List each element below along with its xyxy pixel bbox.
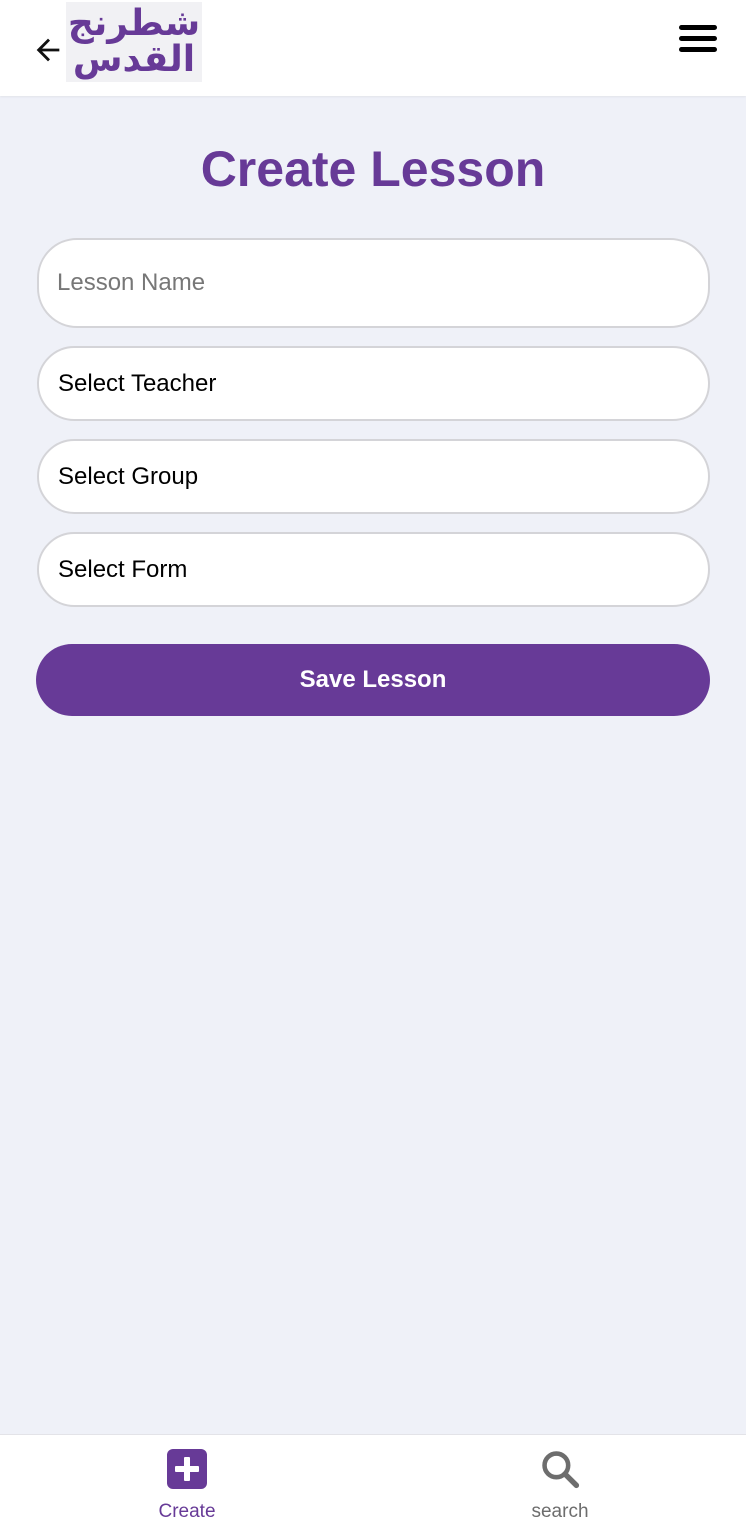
nav-label-search: search (531, 1501, 589, 1522)
arrow-left-icon (36, 38, 60, 62)
select-teacher-label: Select Teacher (58, 369, 217, 397)
select-form-dropdown[interactable]: Select Form (37, 532, 710, 607)
save-lesson-button[interactable]: Save Lesson (36, 644, 710, 716)
nav-item-create[interactable]: Create (97, 1435, 277, 1523)
logo: شطرنج القدس (66, 2, 202, 82)
search-icon (540, 1449, 580, 1489)
nav-label-create: Create (158, 1501, 216, 1522)
select-form-label: Select Form (58, 555, 188, 583)
select-teacher-dropdown[interactable]: Select Teacher (37, 346, 710, 421)
back-button[interactable] (28, 30, 68, 70)
app-header: شطرنج القدس (0, 0, 746, 96)
select-group-label: Select Group (58, 462, 199, 490)
logo-line-1: شطرنج (67, 3, 201, 44)
bottom-navigation: Create search (0, 1434, 746, 1523)
logo-line-2: القدس (72, 39, 196, 80)
plus-square-icon (167, 1449, 207, 1489)
select-group-dropdown[interactable]: Select Group (37, 439, 710, 514)
lesson-name-input[interactable] (37, 238, 710, 328)
nav-item-search[interactable]: search (470, 1435, 650, 1523)
hamburger-menu-icon[interactable] (676, 20, 720, 56)
page-title: Create Lesson (200, 141, 546, 197)
